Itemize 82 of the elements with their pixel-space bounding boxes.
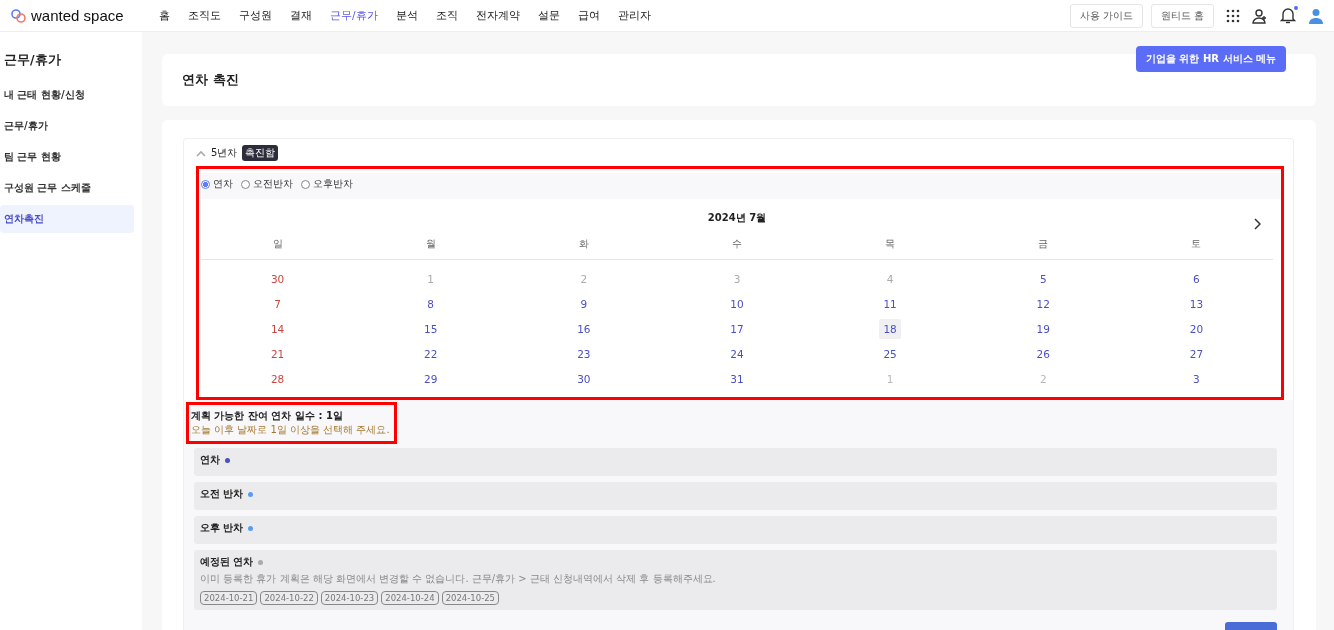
calendar-day[interactable]: 19 [1032, 318, 1055, 339]
date-chip: 2024-10-23 [320, 591, 379, 605]
tooltip: 기업을 위한 HR 서비스 메뉴 [1136, 45, 1286, 72]
calendar-day[interactable]: 6 [1185, 268, 1208, 289]
calendar-day[interactable]: 13 [1185, 293, 1208, 314]
calendar-day[interactable]: 31 [726, 368, 748, 389]
calendar-day[interactable]: 7 [266, 293, 289, 314]
calendar-day[interactable]: 8 [419, 293, 442, 314]
nav-link[interactable]: 급여 [568, 8, 609, 23]
calendar-day[interactable]: 11 [879, 293, 902, 314]
weekday-label: 화 [578, 237, 589, 251]
calendar-day[interactable]: 21 [266, 343, 289, 364]
sidebar-item[interactable]: 팀 근무 현황 [0, 143, 134, 171]
calendar-day[interactable]: 20 [1185, 318, 1208, 339]
sidebar-item[interactable]: 내 근태 현황/신청 [0, 81, 134, 109]
sidebar-item[interactable]: 근무/휴가 [0, 112, 134, 140]
date-chip: 2024-10-21 [200, 591, 258, 605]
calendar-day[interactable]: 27 [1185, 343, 1208, 364]
calendar-day[interactable]: 3 [1185, 368, 1208, 389]
calendar-day[interactable]: 30 [572, 368, 595, 389]
nav-link[interactable]: 구성원 [230, 8, 281, 23]
weekday-label: 토 [1191, 237, 1202, 251]
calendar-day[interactable]: 9 [572, 293, 595, 314]
nav-link[interactable]: 조직도 [179, 8, 230, 23]
nav-link[interactable]: 조직 [426, 8, 467, 23]
nav-link[interactable]: 전자계약 [466, 8, 529, 23]
sidebar-item[interactable]: 연차촉진 [0, 205, 134, 233]
nav-link[interactable]: 홈 [150, 8, 179, 23]
calendar-day[interactable]: 28 [266, 368, 289, 389]
calendar-day[interactable]: 18 [879, 318, 902, 339]
group-title: 오후 반차 [200, 521, 244, 535]
date-chip: 2024-10-22 [260, 591, 318, 605]
user-avatar-icon[interactable] [1308, 7, 1324, 24]
calendar-day[interactable]: 14 [266, 318, 289, 339]
logo-icon [10, 7, 28, 24]
group-title: 연차 [200, 453, 220, 467]
calendar-day[interactable]: 12 [1032, 293, 1055, 314]
page-title: 연차 촉진 [182, 71, 240, 89]
calendar-day[interactable]: 5 [1032, 268, 1055, 289]
calendar-day[interactable]: 16 [572, 318, 595, 339]
group-title: 예정된 연차 [200, 555, 254, 569]
date-chip: 2024-10-24 [381, 591, 439, 605]
remaining-days: 계획 가능한 잔여 연차 일수 : 1일 [191, 409, 390, 423]
nav-link[interactable]: 결재 [281, 8, 321, 23]
weekday-label: 목 [885, 237, 896, 251]
weekday-label: 금 [1038, 237, 1049, 251]
calendar-day[interactable]: 15 [419, 318, 442, 339]
header-button[interactable]: 원티드 홈 [1150, 3, 1214, 28]
calendar-day[interactable]: 22 [419, 343, 442, 364]
calendar-day[interactable]: 10 [726, 293, 748, 314]
grid-menu-icon[interactable] [1226, 8, 1240, 23]
calendar-day[interactable]: 17 [726, 318, 748, 339]
weekday-label: 수 [732, 237, 742, 251]
calendar-day[interactable]: 24 [726, 343, 748, 364]
radio-option[interactable]: 연차 [201, 177, 233, 191]
date-chip: 2024-10-25 [441, 591, 500, 605]
section-title: 5년차 [211, 146, 238, 160]
bell-icon[interactable] [1280, 7, 1296, 24]
radio-option[interactable]: 오후반차 [301, 177, 353, 191]
calendar-day[interactable]: 25 [879, 343, 902, 364]
nav-link[interactable]: 설문 [528, 8, 569, 23]
weekday-label: 월 [425, 237, 436, 251]
nav-link[interactable]: 분석 [386, 8, 427, 23]
group-title: 오전 반차 [200, 487, 244, 501]
add-user-icon[interactable] [1252, 7, 1268, 24]
nav-link[interactable]: 관리자 [608, 8, 660, 23]
calendar-day[interactable]: 29 [419, 368, 442, 389]
status-badge: 촉진함 [242, 145, 279, 161]
radio-option[interactable]: 오전반차 [241, 177, 293, 191]
header-button[interactable]: 사용 가이드 [1069, 3, 1143, 28]
nav-link[interactable]: 근무/휴가 [321, 8, 387, 23]
logo-text[interactable]: wanted space [31, 7, 124, 24]
sidebar-item[interactable]: 구성원 근무 스케줄 [0, 174, 134, 202]
group-note: 이미 등록한 휴가 계획은 해당 화면에서 변경할 수 없습니다. 근무/휴가 > 근태 신청내역에서 삭제 후 등록해주세요. [200, 572, 717, 586]
calendar-day[interactable]: 23 [572, 343, 595, 364]
sidebar-title: 근무/휴가 [3, 52, 62, 69]
calendar-day[interactable]: 26 [1032, 343, 1055, 364]
month-label: 2024년 7월 [707, 211, 767, 225]
calendar-day[interactable]: 30 [266, 268, 289, 289]
weekday-label: 일 [272, 237, 283, 251]
next-month-icon[interactable] [1253, 218, 1261, 230]
hint-text: 오늘 이후 날짜로 1일 이상을 선택해 주세요. [191, 423, 390, 437]
